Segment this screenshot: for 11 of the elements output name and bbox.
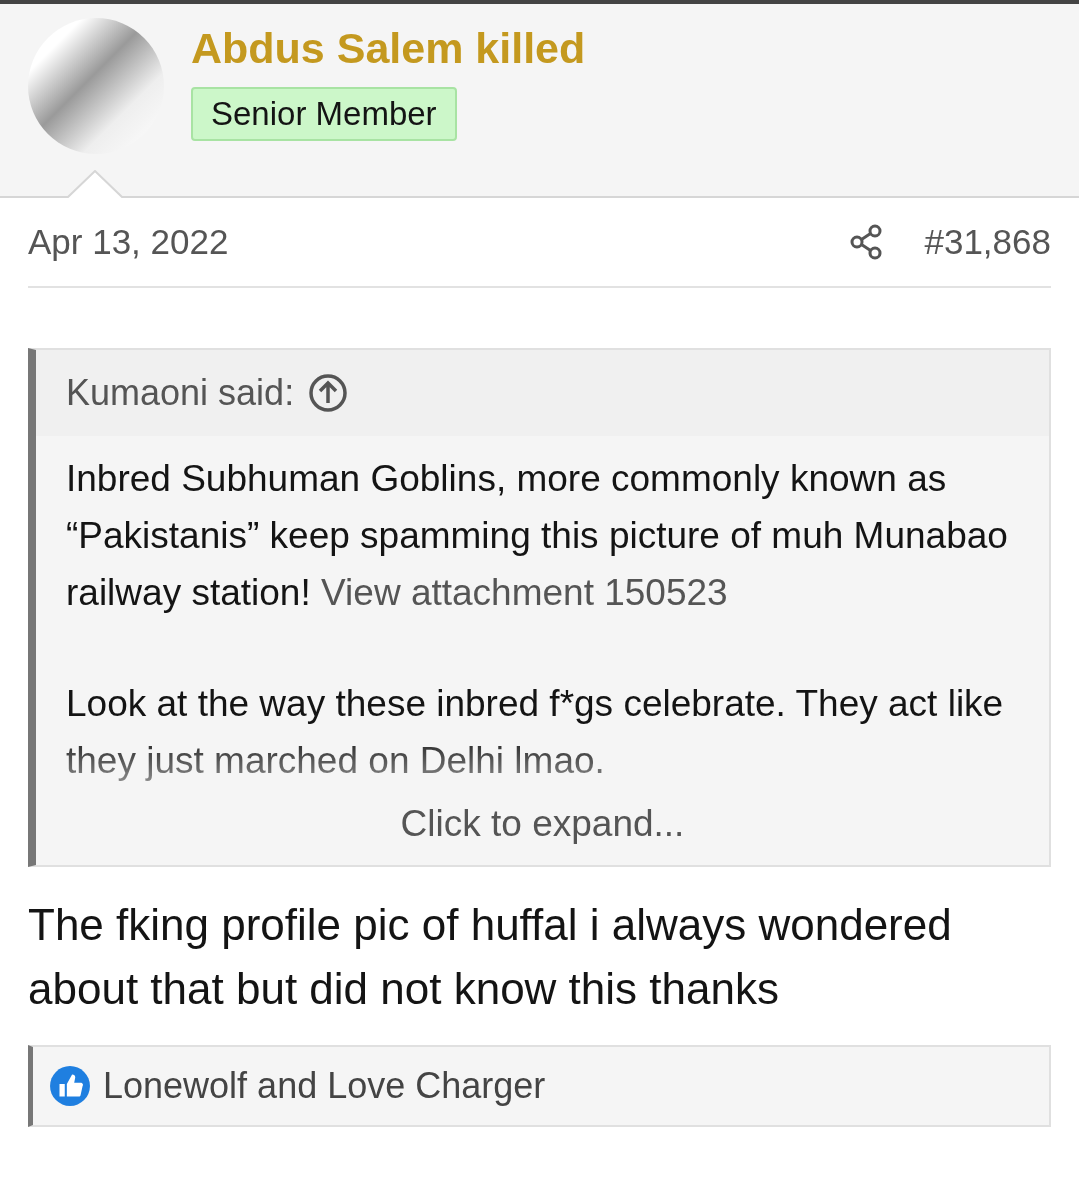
reaction-names-link[interactable]: Lonewolf and Love Charger <box>103 1065 546 1107</box>
post-date[interactable]: Apr 13, 2022 <box>28 222 849 262</box>
up-arrow-circle-icon[interactable] <box>308 373 349 413</box>
user-title-badge: Senior Member <box>191 87 457 141</box>
quote-author-link[interactable]: Kumaoni said: <box>66 372 295 414</box>
post-message: The fking profile pic of huffal i always wondered about that but did not know this thanks <box>28 899 953 1015</box>
expand-link[interactable]: Click to expand... <box>400 803 685 844</box>
attachment-link[interactable]: View attachment 150523 <box>321 572 728 613</box>
thumbs-up-icon[interactable] <box>49 1065 91 1107</box>
post-number-link[interactable]: #31,868 <box>924 222 1051 262</box>
quote-paragraph: Inbred Subhuman Goblins, more commonly known as “Pakistanis” keep spamming this picture of muh Munabao railway station! View attachment 150523 <box>66 457 1009 615</box>
